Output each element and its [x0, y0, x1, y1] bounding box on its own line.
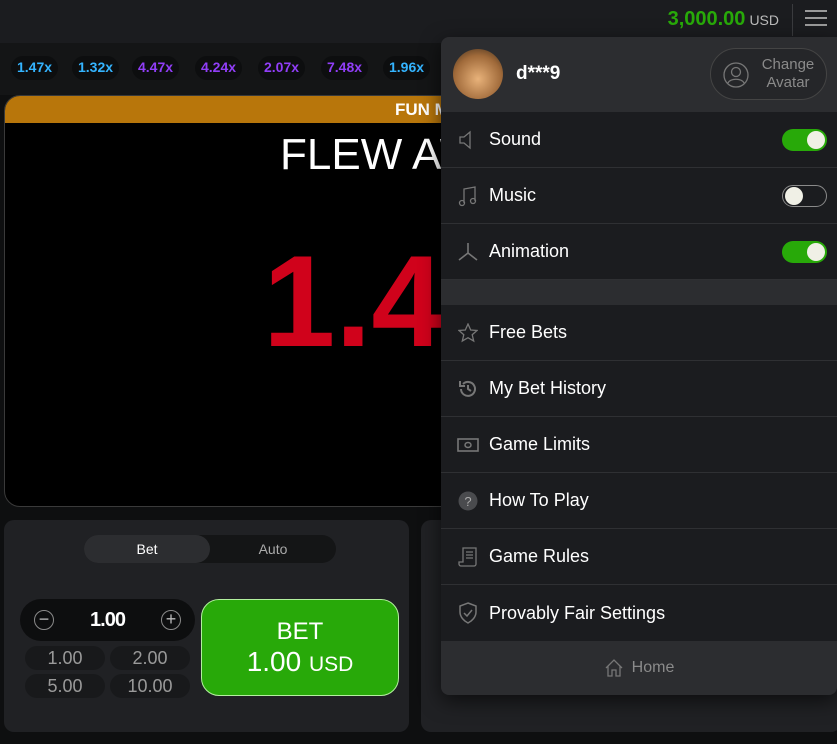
menu-header: d***9 Change Avatar	[441, 37, 837, 112]
bet-button[interactable]: BET 1.00 USD	[201, 599, 399, 696]
question-icon: ?	[457, 490, 479, 512]
menu-label: Game Rules	[489, 546, 590, 566]
shield-check-icon	[457, 602, 479, 624]
settings-menu: d***9 Change Avatar Sound Music Animation…	[441, 37, 837, 695]
menu-item-bet-history[interactable]: My Bet History	[441, 361, 837, 417]
menu-label: How To Play	[489, 490, 589, 510]
history-chip[interactable]: 4.47x	[132, 56, 180, 80]
history-chip[interactable]: 2.07x	[258, 56, 306, 80]
music-icon	[457, 185, 479, 207]
propeller-icon	[457, 241, 479, 263]
flew-away-text: FLEW AWAY!	[280, 130, 463, 179]
change-avatar-label: Avatar	[766, 74, 810, 91]
balance-amount: 3,000.00	[667, 8, 746, 30]
username: d***9	[516, 63, 561, 84]
quick-amount-button[interactable]: 5.00	[25, 674, 105, 698]
animation-toggle[interactable]	[782, 241, 827, 263]
menu-toggle-music[interactable]: Music	[441, 168, 837, 224]
history-chip[interactable]: 1.32x	[72, 56, 120, 80]
fun-mode-banner: FUN MODE	[5, 96, 463, 123]
plus-icon[interactable]: +	[161, 610, 181, 630]
menu-label: My Bet History	[489, 378, 607, 398]
svg-text:?: ?	[464, 494, 471, 509]
star-icon	[457, 322, 479, 344]
menu-item-game-limits[interactable]: Game Limits	[441, 417, 837, 473]
menu-toggle-sound[interactable]: Sound	[441, 112, 837, 168]
money-icon	[457, 434, 479, 456]
tab-auto[interactable]: Auto	[210, 535, 336, 563]
history-chip[interactable]: 7.48x	[321, 56, 369, 80]
change-avatar-label: Change	[761, 56, 815, 73]
menu-toggle-animation[interactable]: Animation	[441, 224, 837, 280]
menu-divider	[441, 280, 837, 305]
history-chip[interactable]: 1.96x	[383, 56, 431, 80]
balance-currency: USD	[749, 12, 779, 28]
quick-amount-button[interactable]: 1.00	[25, 646, 105, 670]
history-chip[interactable]: 1.47x	[11, 56, 59, 80]
menu-item-game-rules[interactable]: Game Rules	[441, 529, 837, 585]
crash-multiplier: 1.47x	[263, 228, 463, 374]
sound-toggle[interactable]	[782, 129, 827, 151]
menu-label: Provably Fair Settings	[489, 602, 666, 623]
bet-label: BET	[276, 618, 324, 645]
user-circle-icon	[723, 62, 749, 88]
home-icon	[605, 659, 623, 677]
menu-item-provably-fair[interactable]: Provably Fair Settings	[441, 585, 837, 641]
menu-label: Game Limits	[489, 434, 591, 454]
bet-panel: Bet Auto − 1.00 + 1.00 2.00 5.00 10.00 B…	[4, 520, 409, 732]
menu-item-free-bets[interactable]: Free Bets	[441, 305, 837, 361]
home-label: Home	[631, 659, 675, 676]
speaker-icon	[457, 129, 479, 151]
music-toggle[interactable]	[782, 185, 827, 207]
menu-label: Music	[489, 185, 537, 205]
home-button[interactable]: Home	[441, 641, 837, 695]
avatar	[453, 49, 503, 99]
menu-hamburger-icon[interactable]	[805, 10, 827, 28]
menu-label: Sound	[489, 129, 542, 149]
bet-mode-switch: Bet Auto	[84, 535, 336, 563]
change-avatar-button[interactable]: Change Avatar	[710, 48, 827, 100]
bet-amount-stepper[interactable]: − 1.00 +	[20, 599, 195, 641]
quick-amount-button[interactable]: 2.00	[110, 646, 190, 670]
quick-amount-button[interactable]: 10.00	[110, 674, 190, 698]
menu-item-how-to-play[interactable]: ? How To Play	[441, 473, 837, 529]
scroll-icon	[457, 546, 479, 568]
divider	[792, 4, 793, 36]
menu-label: Animation	[489, 241, 570, 261]
history-icon	[457, 378, 479, 400]
menu-label: Free Bets	[489, 322, 568, 342]
history-chip[interactable]: 4.24x	[195, 56, 243, 80]
tab-bet[interactable]: Bet	[84, 535, 210, 563]
balance: 3,000.00 USD	[668, 8, 779, 31]
bet-button-currency: USD	[308, 653, 354, 676]
bet-button-amount: 1.00	[246, 646, 302, 677]
game-canvas: FUN MODE FLEW AWAY! 1.47x	[4, 95, 464, 507]
